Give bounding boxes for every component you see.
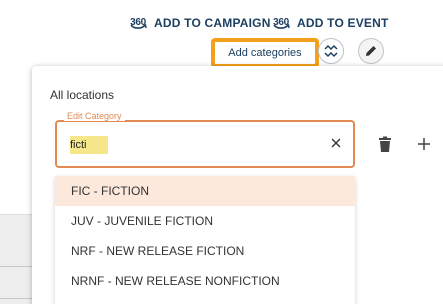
add-categories-button[interactable]: Add categories: [211, 38, 319, 68]
dialog-title: All locations: [50, 88, 115, 102]
list-item[interactable]: NRNF - NEW RELEASE NONFICTION: [55, 266, 355, 296]
add-to-event-label: ADD TO EVENT: [297, 16, 389, 30]
add-button[interactable]: [415, 135, 433, 153]
close-icon: [331, 138, 341, 148]
plus-icon: [418, 138, 430, 150]
edit-category-input[interactable]: ficti: [70, 136, 108, 154]
clear-button[interactable]: [327, 134, 345, 152]
list-item[interactable]: FIC - FICTION: [55, 176, 355, 206]
360-icon: 360: [273, 17, 290, 29]
pencil-icon: [366, 46, 376, 56]
edit-category-label: Edit Category: [64, 111, 125, 121]
add-to-campaign-link[interactable]: 360 ADD TO CAMPAIGN: [128, 12, 271, 34]
list-item[interactable]: JUV - JUVENILE FICTION: [55, 206, 355, 236]
delete-button[interactable]: [376, 134, 394, 154]
list-item[interactable]: NRF - NEW RELEASE FICTION: [55, 236, 355, 266]
360-icon: 360: [130, 17, 147, 29]
add-to-event-link[interactable]: 360 ADD TO EVENT: [271, 12, 389, 34]
swap-button[interactable]: [318, 38, 344, 64]
swap-icon: [324, 44, 338, 58]
add-to-campaign-label: ADD TO CAMPAIGN: [154, 16, 271, 30]
trash-icon: [379, 136, 391, 152]
edit-button[interactable]: [358, 38, 384, 64]
